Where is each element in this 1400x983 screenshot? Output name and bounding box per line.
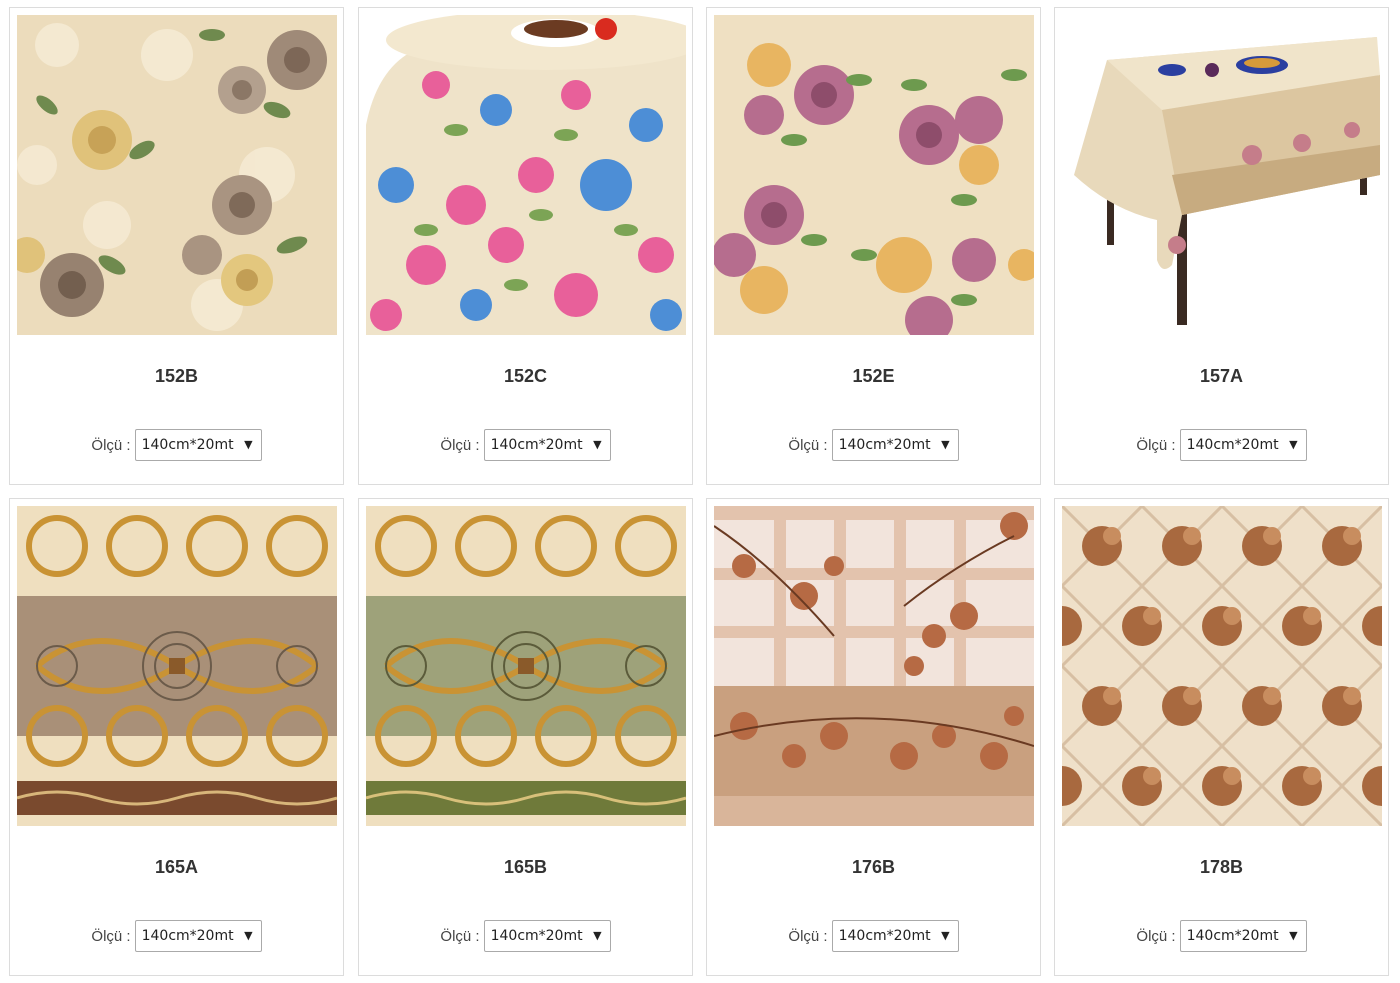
size-select[interactable]: 140cm*20mt ▼	[134, 920, 262, 952]
size-select[interactable]: 140cm*20mt ▼	[1179, 920, 1307, 952]
size-select[interactable]: 140cm*20mt ▼	[831, 429, 959, 461]
size-label: Ölçü :	[1136, 927, 1176, 945]
chevron-down-icon: ▼	[1289, 438, 1298, 451]
size-select-value: 140cm*20mt	[490, 437, 583, 453]
size-select-value: 140cm*20mt	[1186, 928, 1279, 944]
floral-beige-pattern	[17, 15, 337, 335]
product-code: 152B	[154, 366, 199, 386]
baroque-green-pattern	[366, 506, 686, 826]
product-code: 152E	[852, 366, 895, 386]
floral-lattice-pattern	[1062, 506, 1382, 826]
product-card: 165B Ölçü : 140cm*20mt ▼	[358, 498, 693, 976]
size-label: Ölçü :	[788, 927, 828, 945]
size-label: Ölçü :	[440, 436, 480, 454]
product-code: 176B	[851, 857, 896, 877]
size-row: Ölçü : 140cm*20mt ▼	[707, 429, 1040, 461]
size-select[interactable]: 140cm*20mt ▼	[831, 920, 959, 952]
orchid-grid-pattern	[714, 506, 1034, 826]
size-label: Ölçü :	[788, 436, 828, 454]
size-row: Ölçü : 140cm*20mt ▼	[359, 920, 692, 952]
product-image-165a[interactable]	[17, 506, 337, 826]
product-image-176b[interactable]	[714, 506, 1034, 826]
tablecloth-table-photo	[1062, 15, 1382, 335]
chevron-down-icon: ▼	[1289, 929, 1298, 942]
product-card: 152E Ölçü : 140cm*20mt ▼	[706, 7, 1041, 485]
size-label: Ölçü :	[91, 436, 131, 454]
product-card: 176B Ölçü : 140cm*20mt ▼	[706, 498, 1041, 976]
product-grid: 152B Ölçü : 140cm*20mt ▼ 152C Ölçü: 140…	[0, 0, 1400, 983]
product-card: 152B Ölçü : 140cm*20mt ▼	[9, 7, 344, 485]
chevron-down-icon: ▼	[593, 929, 602, 942]
size-label: Ölçü :	[91, 927, 131, 945]
size-select-value: 140cm*20mt	[838, 928, 931, 944]
size-select-value: 140cm*20mt	[141, 437, 234, 453]
size-select-value: 140cm*20mt	[490, 928, 583, 944]
product-image-152b[interactable]	[17, 15, 337, 335]
size-select[interactable]: 140cm*20mt ▼	[1179, 429, 1307, 461]
size-row: Ölçü : 140cm*20mt ▼	[1055, 429, 1388, 461]
product-image-178b[interactable]	[1062, 506, 1382, 826]
product-code: 178B	[1199, 857, 1244, 877]
size-select[interactable]: 140cm*20mt ▼	[483, 429, 611, 461]
baroque-brown-pattern	[17, 506, 337, 826]
size-select-value: 140cm*20mt	[838, 437, 931, 453]
product-card: 152C Ölçü : 140cm*20mt ▼	[358, 7, 693, 485]
chevron-down-icon: ▼	[941, 929, 950, 942]
product-image-165b[interactable]	[366, 506, 686, 826]
product-code: 165B	[503, 857, 548, 877]
product-code: 165A	[154, 857, 199, 877]
product-code: 157A	[1199, 366, 1244, 386]
product-image-152c[interactable]	[366, 15, 686, 335]
size-row: Ölçü : 140cm*20mt ▼	[10, 920, 343, 952]
size-row: Ölçü : 140cm*20mt ▼	[359, 429, 692, 461]
size-select-value: 140cm*20mt	[1186, 437, 1279, 453]
product-image-157a[interactable]	[1062, 15, 1382, 335]
round-tablecloth-photo	[366, 15, 686, 335]
product-card: 178B Ölçü : 140cm*20mt ▼	[1054, 498, 1389, 976]
size-label: Ölçü :	[1136, 436, 1176, 454]
size-select-value: 140cm*20mt	[141, 928, 234, 944]
chevron-down-icon: ▼	[244, 929, 253, 942]
product-code: 152C	[503, 366, 548, 386]
product-image-152e[interactable]	[714, 15, 1034, 335]
floral-pink-pattern	[714, 15, 1034, 335]
product-card: 157A Ölçü : 140cm*20mt ▼	[1054, 7, 1389, 485]
size-row: Ölçü : 140cm*20mt ▼	[1055, 920, 1388, 952]
size-label: Ölçü :	[440, 927, 480, 945]
chevron-down-icon: ▼	[941, 438, 950, 451]
size-select[interactable]: 140cm*20mt ▼	[483, 920, 611, 952]
size-row: Ölçü : 140cm*20mt ▼	[707, 920, 1040, 952]
product-card: 165A Ölçü : 140cm*20mt ▼	[9, 498, 344, 976]
chevron-down-icon: ▼	[593, 438, 602, 451]
size-row: Ölçü : 140cm*20mt ▼	[10, 429, 343, 461]
chevron-down-icon: ▼	[244, 438, 253, 451]
size-select[interactable]: 140cm*20mt ▼	[134, 429, 262, 461]
